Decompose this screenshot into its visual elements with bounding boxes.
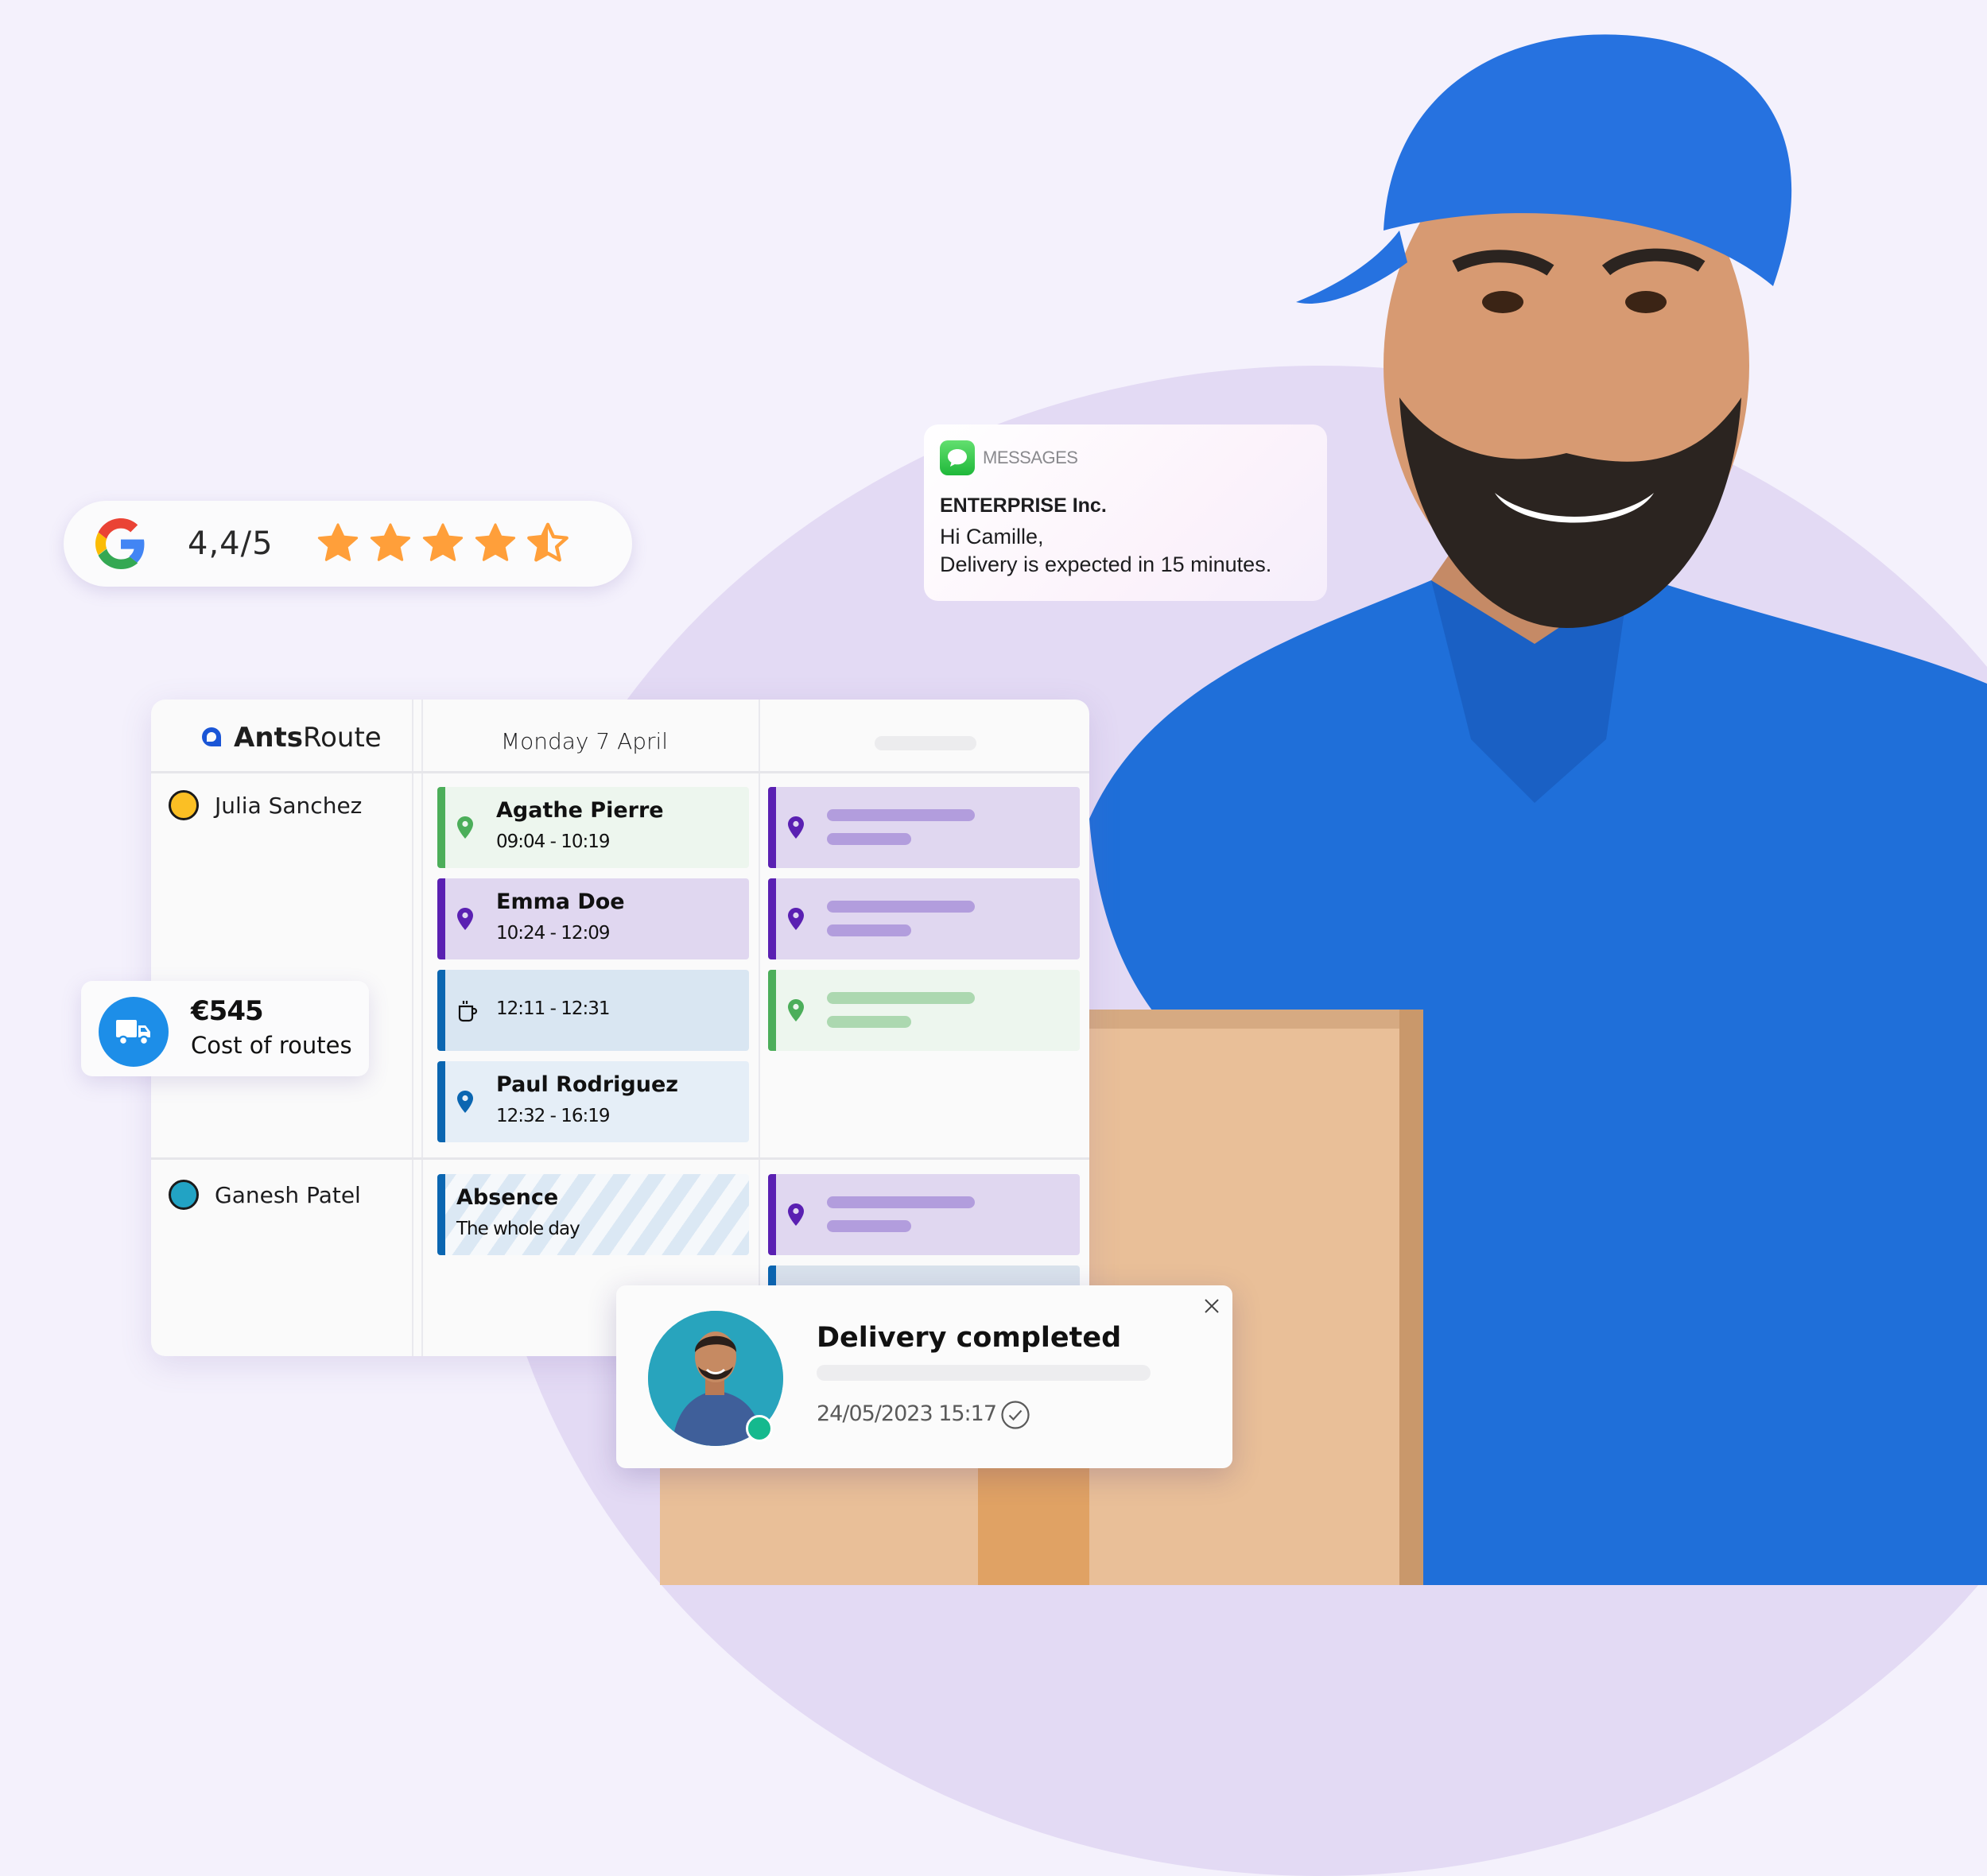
rating-stars (315, 521, 571, 567)
location-pin-icon (457, 1091, 473, 1113)
absence-duration: The whole day (456, 1219, 580, 1239)
task-accent-bar (437, 1174, 445, 1255)
header-divider (151, 771, 1089, 773)
task-accent-bar (437, 878, 445, 959)
day-header[interactable]: Monday 7 April (425, 728, 743, 754)
task-card[interactable]: Agathe Pierre 09:04 - 10:19 (437, 787, 749, 868)
brand-name-bold: Ants (234, 722, 304, 754)
task-title: Agathe Pierre (496, 798, 664, 823)
task-time: 09:04 - 10:19 (496, 831, 610, 852)
driver-color-dot (169, 790, 199, 820)
column-divider (759, 700, 760, 1356)
sms-notification: MESSAGES ENTERPRISE Inc. Hi Camille, Del… (924, 424, 1327, 601)
close-icon[interactable] (1202, 1297, 1221, 1316)
driver-name: Julia Sanchez (215, 792, 363, 819)
location-pin-icon (788, 908, 804, 930)
antsroute-brand: AntsRoute (199, 722, 382, 754)
cost-amount: €545 (191, 995, 264, 1027)
star-full-icon (317, 523, 358, 561)
task-time: 12:11 - 12:31 (496, 998, 610, 1019)
location-pin-icon (788, 1204, 804, 1226)
notification-body: Hi Camille, Delivery is expected in 15 m… (940, 523, 1271, 579)
break-card[interactable]: 12:11 - 12:31 (437, 970, 749, 1051)
next-day-header-skeleton (875, 736, 976, 750)
star-full-icon (475, 523, 515, 561)
notification-app-header: MESSAGES (940, 440, 1078, 475)
placeholder-task-card[interactable] (768, 787, 1080, 868)
task-accent-bar (437, 970, 445, 1051)
placeholder-task-card[interactable] (768, 878, 1080, 959)
truck-icon (99, 997, 169, 1067)
task-card[interactable]: Emma Doe 10:24 - 12:09 (437, 878, 749, 959)
task-accent-bar (768, 878, 776, 959)
google-g-logo-icon (95, 518, 145, 569)
notification-body-line: Hi Camille, (940, 525, 1044, 548)
brand-name: AntsRoute (234, 722, 382, 754)
skeleton-line (827, 1220, 911, 1232)
task-accent-bar (768, 970, 776, 1051)
online-status-dot (746, 1415, 773, 1442)
absence-card[interactable]: Absence The whole day (437, 1174, 749, 1255)
column-divider (421, 700, 423, 1356)
coffee-cup-icon (458, 1001, 478, 1022)
notification-app-name: MESSAGES (983, 448, 1078, 467)
location-pin-icon (788, 999, 804, 1021)
driver-name: Ganesh Patel (215, 1181, 361, 1208)
driver-row-label[interactable]: Julia Sanchez (169, 790, 362, 820)
skeleton-line (827, 809, 975, 821)
location-pin-icon (788, 816, 804, 839)
driver-row-label[interactable]: Ganesh Patel (169, 1180, 361, 1210)
task-accent-bar (437, 1061, 445, 1142)
location-pin-icon (457, 816, 473, 839)
notification-body-line: Delivery is expected in 15 minutes. (940, 552, 1272, 576)
skeleton-line (827, 1016, 911, 1028)
toast-skeleton-line (817, 1365, 1151, 1381)
cost-of-routes-card: €545 Cost of routes (81, 981, 369, 1076)
notification-sender: ENTERPRISE Inc. (940, 494, 1107, 517)
antsroute-logo-icon (202, 727, 221, 746)
placeholder-task-card[interactable] (768, 1174, 1080, 1255)
rating-score: 4,4/5 (188, 525, 274, 562)
task-title: Emma Doe (496, 890, 625, 914)
location-pin-icon (457, 908, 473, 930)
absence-title: Absence (456, 1185, 559, 1210)
messages-bubble-icon (940, 440, 975, 475)
star-half-icon (526, 522, 569, 562)
toast-title: Delivery completed (817, 1322, 1122, 1354)
column-divider (412, 700, 413, 1356)
delivery-completed-toast: Delivery completed 24/05/2023 15:17 (616, 1285, 1232, 1468)
skeleton-line (827, 992, 975, 1004)
skeleton-line (827, 924, 911, 936)
skeleton-line (827, 901, 975, 913)
placeholder-task-card[interactable] (768, 970, 1080, 1051)
google-rating-pill: 4,4/5 (64, 501, 632, 587)
row-divider (151, 1157, 1089, 1160)
driver-color-dot (169, 1180, 199, 1210)
task-accent-bar (437, 787, 445, 868)
star-full-icon (370, 523, 410, 561)
toast-timestamp: 24/05/2023 15:17 (817, 1401, 997, 1426)
skeleton-line (827, 833, 911, 845)
check-circle-icon (1001, 1401, 1030, 1429)
task-title: Paul Rodriguez (496, 1072, 678, 1097)
task-accent-bar (768, 1174, 776, 1255)
brand-name-regular: Route (303, 722, 382, 754)
cost-label: Cost of routes (191, 1032, 352, 1059)
task-card[interactable]: Paul Rodriguez 12:32 - 16:19 (437, 1061, 749, 1142)
star-full-icon (422, 523, 463, 561)
task-time: 10:24 - 12:09 (496, 923, 610, 944)
task-time: 12:32 - 16:19 (496, 1106, 610, 1126)
skeleton-line (827, 1196, 975, 1208)
task-accent-bar (768, 787, 776, 868)
